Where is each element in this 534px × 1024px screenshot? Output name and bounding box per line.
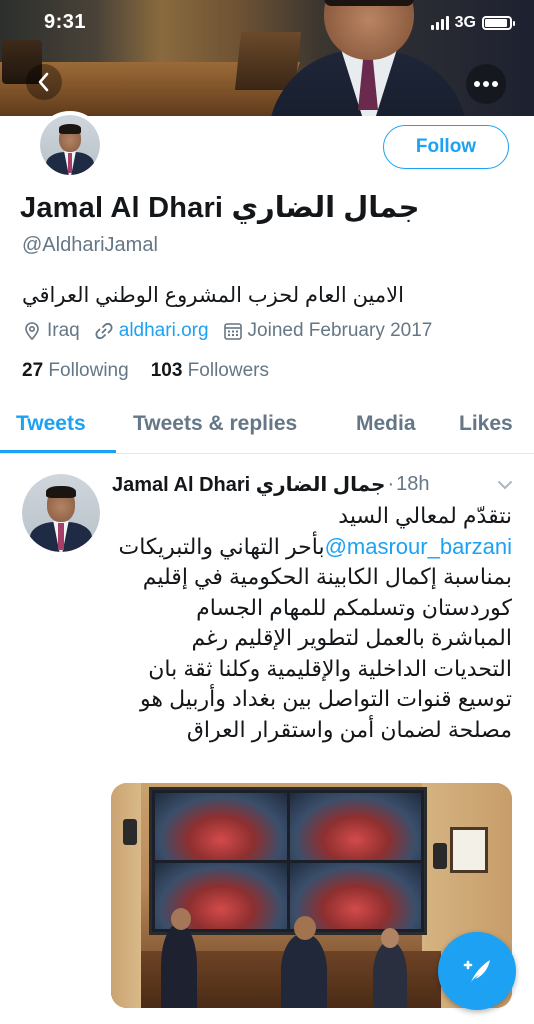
tweet-text-body: بأحر التهاني والتبريكات بمناسبة إكمال ال… [118, 533, 512, 742]
link-icon [95, 322, 113, 340]
network-label: 3G [454, 14, 476, 31]
media-wall-clock [450, 827, 488, 873]
following-count: 27 [22, 360, 44, 381]
profile-display-name: Jamal Al Dhari جمال الضاري [20, 192, 420, 224]
more-horizontal-icon [474, 81, 498, 87]
tweet-header: Jamal Al Dhari جمال الضاري · 18h [112, 472, 429, 497]
tab-media[interactable]: Media [356, 412, 416, 436]
following-label: Following [48, 360, 129, 381]
profile-handle: @AldhariJamal [22, 234, 158, 256]
followers-label: Followers [187, 360, 269, 381]
profile-website[interactable]: aldhari.org [94, 320, 209, 342]
tweet-timestamp: 18h [396, 473, 430, 495]
signal-icon [430, 16, 449, 30]
location-pin-icon [25, 322, 39, 341]
tab-tweets[interactable]: Tweets [16, 412, 86, 436]
tweet-mention-link[interactable]: @masrour_barzani [325, 534, 512, 559]
follow-button[interactable]: Follow [383, 125, 509, 169]
profile-tabs: Tweets Tweets & replies Media Likes [0, 404, 534, 454]
website-link[interactable]: aldhari.org [119, 320, 209, 342]
tweet-separator: · [387, 473, 395, 495]
chevron-left-icon [38, 72, 49, 92]
tab-tweets-replies[interactable]: Tweets & replies [133, 412, 297, 436]
profile-meta: Iraq aldhari.org Joined February 2017 [22, 318, 446, 344]
profile-avatar[interactable] [36, 111, 104, 179]
tweet-text-intro: نتقدّم لمعالي السيد [338, 503, 512, 528]
following-count-link[interactable]: 27 Following [22, 360, 129, 382]
profile-joined: Joined February 2017 [223, 320, 433, 342]
media-screen [149, 787, 427, 935]
profile-bio: الامين العام لحزب المشروع الوطني العراقي [22, 284, 404, 307]
battery-icon [482, 16, 515, 30]
tab-likes[interactable]: Likes [459, 412, 513, 436]
compose-feather-icon [463, 960, 490, 982]
followers-count-link[interactable]: 103 Followers [151, 360, 269, 382]
followers-count: 103 [150, 360, 183, 381]
compose-tweet-button[interactable] [438, 932, 516, 1010]
joined-label: Joined February 2017 [247, 320, 433, 341]
tweet-text: نتقدّم لمعالي السيد @masrour_barzaniبأحر… [112, 501, 512, 745]
status-time: 9:31 [44, 11, 87, 33]
location-label: Iraq [47, 320, 80, 341]
battery-level [485, 19, 507, 27]
active-tab-indicator [0, 450, 116, 453]
calendar-icon [223, 323, 242, 340]
status-bar: 9:31 3G [0, 0, 534, 44]
status-indicators: 3G [430, 14, 515, 32]
more-options-button[interactable] [466, 64, 506, 104]
back-button[interactable] [26, 64, 62, 100]
profile-location: Iraq [22, 320, 80, 342]
chevron-down-icon[interactable] [496, 478, 514, 492]
profile-counts: 27 Following 103 Followers [22, 360, 269, 382]
tweet-author-name[interactable]: Jamal Al Dhari جمال الضاري [112, 472, 385, 497]
tweet-avatar[interactable] [22, 474, 100, 552]
